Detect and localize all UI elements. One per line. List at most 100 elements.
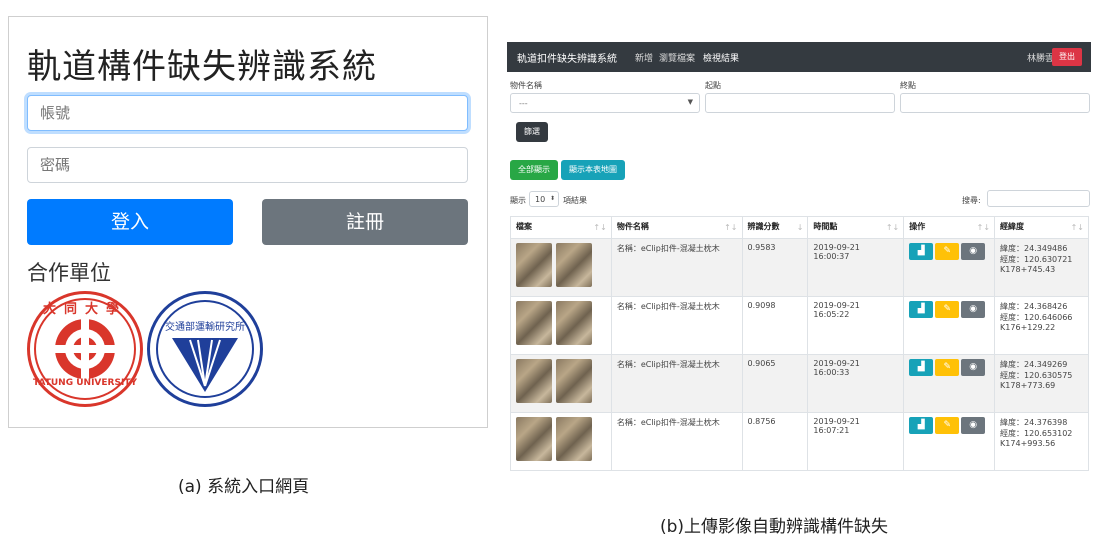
show-all-button[interactable]: 全部顯示 <box>510 160 558 180</box>
time-cell: 2019-09-21 16:00:33 <box>807 354 905 413</box>
end-point-input[interactable] <box>900 93 1090 113</box>
time-cell: 2019-09-21 16:00:37 <box>807 238 905 297</box>
actions-cell: ▟ ✎ ◉ <box>903 354 996 413</box>
map-icon[interactable]: ▟ <box>909 243 934 260</box>
column-header-actions[interactable]: 操作 ↑↓ <box>903 216 996 239</box>
page-length-value: 10 <box>535 195 546 204</box>
edit-icon[interactable]: ✎ <box>935 417 960 434</box>
filter-end-label: 終點 <box>900 81 916 90</box>
actions-cell: ▟ ✎ ◉ <box>903 238 996 297</box>
track-image-thumbnail[interactable] <box>516 301 552 345</box>
page-title: 軌道構件缺失辨識系統 <box>27 47 377 87</box>
sort-icon[interactable]: ↑↓ <box>977 223 990 232</box>
view-eye-icon[interactable]: ◉ <box>961 243 986 260</box>
login-page-panel: 軌道構件缺失辨識系統 帳號 密碼 登入 註冊 合作單位 TATUNG UNIVE… <box>8 16 488 428</box>
coords-cell: 緯度：24.376398 經度：120.653102 K174+993.56 <box>994 412 1089 471</box>
object-name-value: --- <box>519 99 528 108</box>
filter-start-label: 起點 <box>705 81 721 90</box>
time-cell: 2019-09-21 16:05:22 <box>807 296 905 355</box>
iot-logo: 交通部運輸研究所 <box>147 291 263 407</box>
track-image-thumbnail[interactable] <box>516 417 552 461</box>
column-header-name[interactable]: 物件名稱 ↑↓ <box>610 216 743 239</box>
object-name-select[interactable]: --- ▼ <box>510 93 700 113</box>
score-cell: 0.9098 <box>741 296 809 355</box>
track-image-thumbnail[interactable] <box>516 359 552 403</box>
coords-cell: 緯度：24.368426 經度：120.646066 K176+129.22 <box>994 296 1089 355</box>
coords-cell: 緯度：24.349486 經度：120.630721 K178+745.43 <box>994 238 1089 297</box>
time-cell: 2019-09-21 16:07:21 <box>807 412 905 471</box>
caption-a: (a) 系統入口網頁 <box>178 477 310 497</box>
caret-down-icon: ▼ <box>687 98 693 106</box>
table-row: 名稱：eClip扣件-混凝土枕木 0.8756 2019-09-21 16:07… <box>510 412 1089 471</box>
track-image-thumbnail[interactable] <box>556 359 592 403</box>
sort-icon[interactable]: ↑↓ <box>1071 223 1084 232</box>
navbar-user: 林勝雲 <box>1027 54 1055 64</box>
results-table: 檔案 ↑↓ 物件名稱 ↑↓ 辨識分數 ↓ 時間點 ↑↓ 操作 ↑↓ 經緯度 ↑↓ 名稱：eC… <box>510 216 1089 471</box>
track-image-thumbnail[interactable] <box>556 243 592 287</box>
track-image-thumbnail[interactable] <box>516 243 552 287</box>
show-map-button[interactable]: 顯示本表地圖 <box>561 160 625 180</box>
password-input[interactable]: 密碼 <box>27 147 468 183</box>
logout-button[interactable]: 登出 <box>1052 48 1082 66</box>
map-icon[interactable]: ▟ <box>909 301 934 318</box>
map-icon[interactable]: ▟ <box>909 359 934 376</box>
map-icon[interactable]: ▟ <box>909 417 934 434</box>
score-cell: 0.9583 <box>741 238 809 297</box>
table-search-input[interactable] <box>987 190 1090 207</box>
nav-link-browse[interactable]: 瀏覽檔案 <box>659 51 695 64</box>
filter-button[interactable]: 篩選 <box>516 122 548 142</box>
view-eye-icon[interactable]: ◉ <box>961 417 986 434</box>
column-header-time[interactable]: 時間點 ↑↓ <box>807 216 905 239</box>
table-row: 名稱：eClip扣件-混凝土枕木 0.9583 2019-09-21 16:00… <box>510 238 1089 297</box>
table-header-row: 檔案 ↑↓ 物件名稱 ↑↓ 辨識分數 ↓ 時間點 ↑↓ 操作 ↑↓ 經緯度 ↑↓ <box>510 216 1089 239</box>
table-row: 名稱：eClip扣件-混凝土枕木 0.9098 2019-09-21 16:05… <box>510 296 1089 355</box>
tatung-logo-text: TATUNG UNIVERSITY <box>33 378 137 388</box>
length-suffix: 項結果 <box>563 196 587 205</box>
results-page-panel: 軌道扣件缺失辨識系統 新增 瀏覽檔案 檢視結果 林勝雲 登出 物件名稱 --- … <box>507 42 1091 471</box>
column-header-coords[interactable]: 經緯度 ↑↓ <box>994 216 1089 239</box>
coords-cell: 緯度：24.349269 經度：120.630575 K178+773.69 <box>994 354 1089 413</box>
account-input[interactable]: 帳號 <box>27 95 468 131</box>
login-button[interactable]: 登入 <box>27 199 233 245</box>
navbar-brand[interactable]: 軌道扣件缺失辨識系統 <box>517 50 617 65</box>
object-name-cell: 名稱：eClip扣件-混凝土枕木 <box>610 354 743 413</box>
length-prefix: 顯示 <box>510 196 526 205</box>
navbar: 軌道扣件缺失辨識系統 新增 瀏覽檔案 檢視結果 林勝雲 登出 <box>507 42 1091 72</box>
sort-arrows-icon: ⬍ <box>549 195 555 202</box>
caption-b: (b)上傳影像自動辨識構件缺失 <box>660 517 889 537</box>
tatung-logo-chars: 大同大學 <box>42 302 127 317</box>
tatung-university-logo: TATUNG UNIVERSITY 大同大學 <box>27 291 143 407</box>
sort-icon[interactable]: ↓ <box>797 223 804 232</box>
sort-icon[interactable]: ↑↓ <box>593 223 606 232</box>
filter-name-label: 物件名稱 <box>510 81 542 90</box>
column-header-file[interactable]: 檔案 ↑↓ <box>510 216 612 239</box>
search-label: 搜尋: <box>962 196 981 205</box>
object-name-cell: 名稱：eClip扣件-混凝土枕木 <box>610 412 743 471</box>
track-image-thumbnail[interactable] <box>556 301 592 345</box>
file-cell <box>510 412 612 471</box>
edit-icon[interactable]: ✎ <box>935 301 960 318</box>
iot-logo-graphic <box>156 300 254 398</box>
partners-label: 合作單位 <box>27 261 111 285</box>
sort-icon[interactable]: ↑↓ <box>724 223 737 232</box>
sort-icon[interactable]: ↑↓ <box>886 223 899 232</box>
track-image-thumbnail[interactable] <box>556 417 592 461</box>
object-name-cell: 名稱：eClip扣件-混凝土枕木 <box>610 238 743 297</box>
actions-cell: ▟ ✎ ◉ <box>903 412 996 471</box>
view-eye-icon[interactable]: ◉ <box>961 359 986 376</box>
nav-link-add[interactable]: 新增 <box>635 51 653 64</box>
file-cell <box>510 354 612 413</box>
register-button[interactable]: 註冊 <box>262 199 468 245</box>
edit-icon[interactable]: ✎ <box>935 359 960 376</box>
page-length-select[interactable]: 10 ⬍ <box>529 191 559 207</box>
nav-link-results[interactable]: 檢視結果 <box>703 51 739 64</box>
actions-cell: ▟ ✎ ◉ <box>903 296 996 355</box>
object-name-cell: 名稱：eClip扣件-混凝土枕木 <box>610 296 743 355</box>
edit-icon[interactable]: ✎ <box>935 243 960 260</box>
column-header-score[interactable]: 辨識分數 ↓ <box>741 216 809 239</box>
score-cell: 0.9065 <box>741 354 809 413</box>
file-cell <box>510 238 612 297</box>
view-eye-icon[interactable]: ◉ <box>961 301 986 318</box>
start-point-input[interactable] <box>705 93 895 113</box>
score-cell: 0.8756 <box>741 412 809 471</box>
